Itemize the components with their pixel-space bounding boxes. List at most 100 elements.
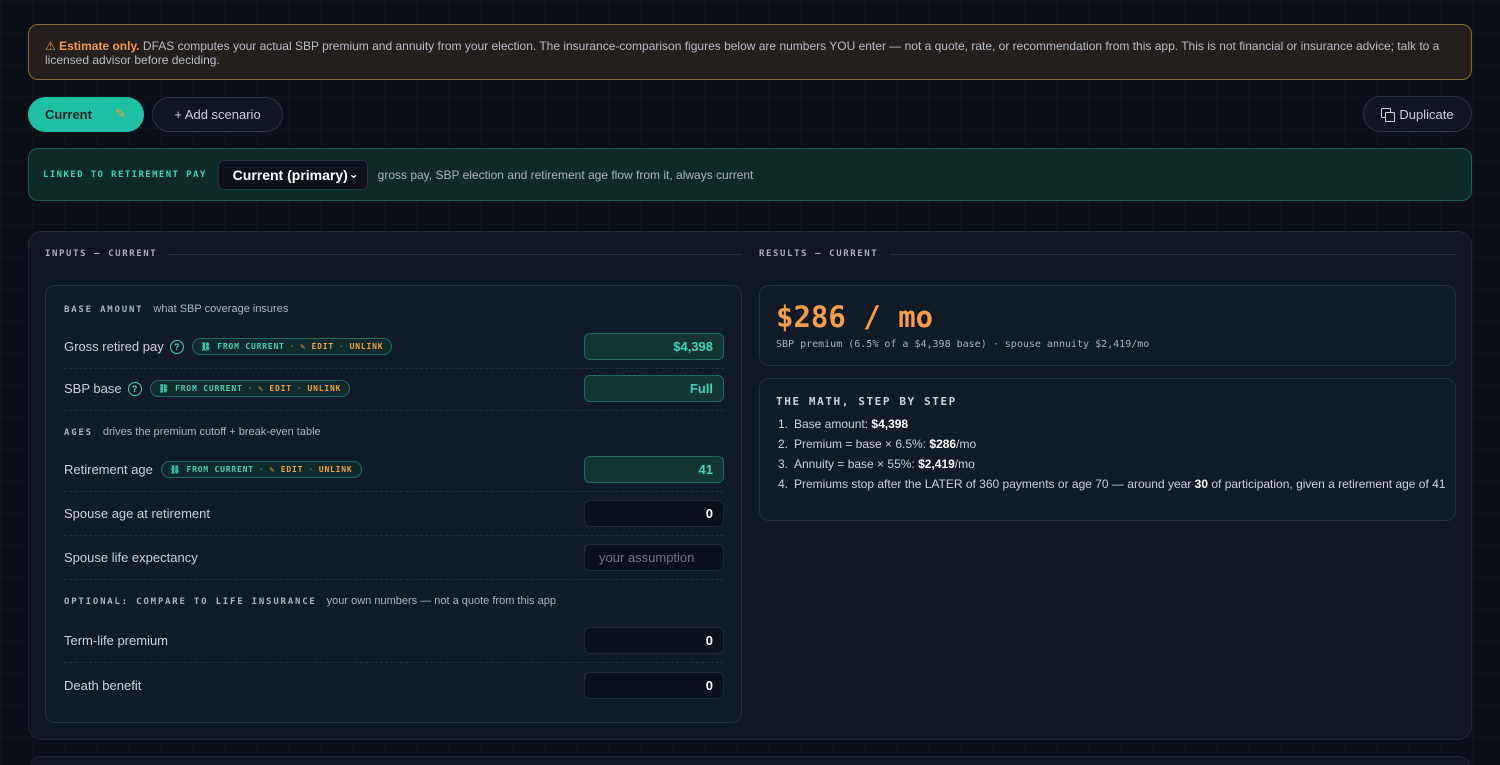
add-scenario-label: + Add scenario	[174, 107, 261, 122]
sbp-base-row: SBP base ? ⛓ FROM CURRENT · ✎ EDIT · UNL…	[64, 367, 724, 411]
linked-retirement-pay-bar: LINKED TO RETIREMENT PAY Current (primar…	[28, 148, 1472, 201]
tab-current[interactable]: Current ✎	[28, 97, 144, 132]
math-steps: 1. Base amount: $4,398 2. Premium = base ×…	[776, 417, 1446, 497]
edit-link[interactable]: ✎ EDIT	[300, 342, 334, 351]
term-premium-label: Term-life premium	[64, 633, 169, 648]
help-icon[interactable]: ?	[169, 339, 184, 354]
edit-link[interactable]: ✎ EDIT	[258, 384, 292, 393]
link-pill: ⛓ FROM CURRENT · ✎ EDIT · UNLINK	[191, 338, 393, 355]
step-number: 1.	[778, 417, 789, 431]
scenario-panel: INPUTS — CURRENT RESULTS — CURRENT BASE …	[28, 231, 1472, 740]
unlink-link[interactable]: UNLINK	[319, 465, 353, 474]
step-value: 30	[1194, 477, 1209, 491]
math-title: THE MATH, STEP BY STEP	[776, 395, 957, 408]
edit-link[interactable]: ✎ EDIT	[270, 465, 304, 474]
term-premium-field[interactable]: 0	[584, 627, 724, 654]
results-heading-text: RESULTS — CURRENT	[759, 249, 879, 259]
scenario-select[interactable]: Current (primary) ⌄	[217, 159, 368, 190]
inputs-card: BASE AMOUNT what SBP coverage insures Gro…	[45, 285, 742, 723]
step-value: $4,398	[871, 417, 909, 431]
duplicate-label: Duplicate	[1399, 106, 1454, 122]
separator: ·	[296, 384, 303, 393]
add-scenario-button[interactable]: + Add scenario	[152, 97, 283, 132]
group-subtitle: what SBP coverage insures	[153, 303, 289, 315]
step-text: Base amount:	[794, 417, 872, 431]
step-text: Premiums stop after the LATER of 360 pay…	[794, 477, 1195, 491]
death-benefit-field[interactable]: 0	[584, 671, 724, 699]
step-text: Premium = base × 6.5%:	[794, 437, 930, 451]
duplicate-icon	[1381, 107, 1396, 122]
group-subtitle: your own numbers — not a quote from this…	[326, 595, 556, 607]
separator: ·	[339, 342, 345, 351]
spouse-age-row: Spouse age at retirement 0	[64, 492, 724, 536]
group-title-text: AGES	[64, 428, 93, 438]
disclaimer-banner: ⚠ Estimate only. DFAS computes your actu…	[28, 24, 1472, 80]
gross-pay-field[interactable]: $4,398	[584, 333, 724, 360]
sbp-base-field[interactable]: Full	[584, 375, 724, 402]
ages-group-title: AGES drives the premium cutoff + break-ev…	[64, 426, 321, 438]
from-current-link[interactable]: ⛓ FROM CURRENT	[159, 384, 243, 393]
step-suffix: /mo	[954, 457, 975, 471]
step-suffix: of participation, given a retirement age…	[1208, 477, 1446, 491]
spouse-life-label: Spouse life expectancy	[64, 550, 198, 565]
linked-description: gross pay, SBP election and retirement a…	[377, 167, 754, 182]
spouse-life-field[interactable]: your assumption	[584, 544, 724, 571]
separator: ·	[289, 342, 296, 351]
help-icon[interactable]: ?	[127, 381, 142, 396]
unlink-link[interactable]: UNLINK	[350, 342, 384, 351]
separator: ·	[308, 465, 314, 474]
disclaimer-text: DFAS computes your actual SBP premium an…	[45, 39, 1440, 67]
gross-pay-row: Gross retired pay ? ⛓ FROM CURRENT · ✎ E…	[64, 325, 724, 369]
inputs-heading: INPUTS — CURRENT	[45, 249, 742, 259]
separator: ·	[258, 465, 265, 474]
group-title-text: BASE AMOUNT	[64, 305, 144, 315]
step-value: $2,419	[918, 457, 955, 471]
step-number: 2.	[778, 437, 789, 451]
math-step: 3. Annuity = base × 55%: $2,419/mo	[776, 457, 1446, 471]
math-step: 2. Premium = base × 6.5%: $286/mo	[776, 437, 1446, 451]
retirement-age-label: Retirement age	[64, 462, 153, 477]
step-value: $286	[929, 437, 957, 451]
premium-result-detail: SBP premium (6.5% of a $4,398 base) · sp…	[776, 339, 1150, 350]
linked-label: LINKED TO RETIREMENT PAY	[43, 169, 207, 180]
retirement-age-row: Retirement age ⛓ FROM CURRENT · ✎ EDIT ·…	[64, 448, 724, 492]
sbp-base-label: SBP base	[64, 381, 122, 396]
from-current-link[interactable]: ⛓ FROM CURRENT	[170, 465, 254, 474]
unlink-link[interactable]: UNLINK	[308, 384, 342, 393]
result-card: $286 / mo SBP premium (6.5% of a $4,398 …	[759, 285, 1456, 366]
math-step: 1. Base amount: $4,398	[776, 417, 1446, 431]
group-subtitle: drives the premium cutoff + break-even t…	[102, 426, 321, 438]
death-benefit-label: Death benefit	[64, 677, 142, 693]
death-benefit-row: Death benefit 0	[64, 663, 724, 707]
link-pill: ⛓ FROM CURRENT · ✎ EDIT · UNLINK	[160, 461, 362, 478]
duplicate-button[interactable]: Duplicate	[1363, 96, 1472, 132]
step-suffix: /mo	[956, 437, 977, 451]
spouse-age-field[interactable]: 0	[584, 500, 724, 527]
gross-pay-label: Gross retired pay	[64, 339, 164, 354]
pencil-icon[interactable]: ✎	[115, 106, 126, 122]
from-current-link[interactable]: ⛓ FROM CURRENT	[201, 342, 285, 351]
results-heading: RESULTS — CURRENT	[759, 249, 1456, 259]
spouse-age-label: Spouse age at retirement	[64, 506, 210, 521]
retirement-age-field[interactable]: 41	[584, 456, 724, 483]
math-step: 4. Premiums stop after the LATER of 360 p…	[776, 477, 1446, 491]
inputs-heading-text: INPUTS — CURRENT	[45, 249, 158, 259]
step-text: Annuity = base × 55%:	[794, 457, 919, 471]
divider	[169, 253, 742, 255]
chevron-down-icon: ⌄	[348, 166, 359, 181]
step-number: 4.	[778, 477, 789, 491]
math-card: THE MATH, STEP BY STEP 1. Base amount: $4…	[759, 378, 1456, 521]
group-title-text: OPTIONAL: COMPARE TO LIFE INSURANCE	[64, 597, 317, 607]
step-number: 3.	[778, 457, 789, 471]
tab-current-label: Current	[45, 107, 92, 122]
base-amount-group-title: BASE AMOUNT what SBP coverage insures	[64, 303, 288, 315]
optional-group-title: OPTIONAL: COMPARE TO LIFE INSURANCE your …	[64, 595, 556, 607]
spouse-life-row: Spouse life expectancy your assumption	[64, 536, 724, 580]
next-panel	[28, 756, 1472, 765]
link-pill: ⛓ FROM CURRENT · ✎ EDIT · UNLINK	[149, 380, 351, 397]
scenario-select-value: Current (primary)	[232, 166, 348, 183]
separator: ·	[247, 384, 254, 393]
premium-result: $286 / mo	[776, 300, 934, 334]
divider	[890, 253, 1456, 255]
warning-label: ⚠ Estimate only.	[45, 39, 140, 53]
